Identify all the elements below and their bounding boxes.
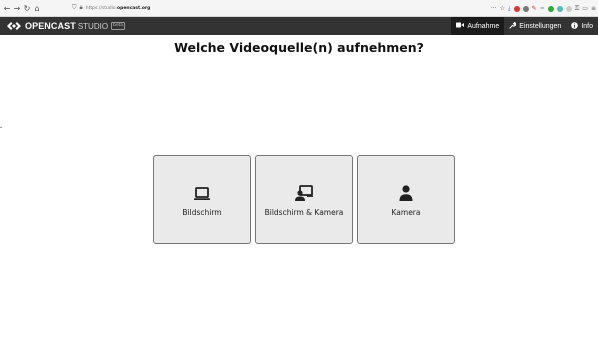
extension-wave-icon[interactable]: ≈ xyxy=(540,5,545,12)
app-header: OPENCAST STUDIO beta Aufnahme Einstellun… xyxy=(0,17,598,35)
url-host: opencast.org xyxy=(117,5,151,11)
sidebar-icon[interactable]: ▭ xyxy=(582,5,588,12)
beta-badge: beta xyxy=(111,22,126,30)
opencast-logo-icon[interactable] xyxy=(6,20,22,32)
browser-nav: ← → ↻ ⌂ xyxy=(2,2,42,14)
hamburger-menu-icon[interactable]: ≡ xyxy=(591,5,596,12)
download-icon[interactable]: ⤓ xyxy=(508,5,511,13)
bookmark-star-icon[interactable]: ☆ xyxy=(500,5,505,12)
info-icon xyxy=(571,21,579,31)
wrench-icon xyxy=(509,21,517,31)
user-icon xyxy=(399,183,413,201)
monitor-icon xyxy=(194,183,210,201)
browser-extensions: ··· ☆ ⤓ ✎ ≈ ⚿ ▭ ≡ xyxy=(491,0,596,17)
source-camera-button[interactable]: Kamera xyxy=(357,155,455,244)
extension-light-icon[interactable] xyxy=(565,5,572,12)
screen-and-user-icon xyxy=(294,183,314,201)
nav-info[interactable]: Info xyxy=(566,17,598,35)
video-camera-icon xyxy=(456,22,465,30)
source-screen-camera-button[interactable]: Bildschirm & Kamera xyxy=(255,155,353,244)
page-menu-icon[interactable]: ··· xyxy=(491,5,497,12)
shield-icon: ⛉ xyxy=(72,4,77,11)
reload-icon[interactable]: ↻ xyxy=(22,2,32,14)
header-nav: Aufnahme Einstellungen Info xyxy=(451,17,598,35)
back-icon[interactable]: ← xyxy=(2,2,12,14)
nav-aufnahme[interactable]: Aufnahme xyxy=(451,17,505,35)
lock-icon: 🔒︎ xyxy=(79,4,83,11)
scroll-marker xyxy=(0,127,2,128)
nav-info-label: Info xyxy=(581,22,593,30)
page-title: Welche Videoquelle(n) aufnehmen? xyxy=(174,40,424,55)
home-icon[interactable]: ⌂ xyxy=(32,2,42,14)
extension-key-icon[interactable]: ⚿ xyxy=(575,5,580,13)
source-screen-label: Bildschirm xyxy=(182,207,222,217)
logo-text: OPENCAST xyxy=(25,21,76,31)
source-screen-camera-label: Bildschirm & Kamera xyxy=(264,207,344,217)
url-prefix: https://studio. xyxy=(85,5,118,11)
source-camera-label: Kamera xyxy=(391,207,421,217)
forward-icon[interactable]: → xyxy=(12,2,22,14)
extension-red-icon[interactable] xyxy=(513,5,520,12)
source-screen-button[interactable]: Bildschirm xyxy=(153,155,251,244)
nav-aufnahme-label: Aufnahme xyxy=(467,22,500,30)
nav-einstellungen-label: Einstellungen xyxy=(519,22,562,30)
browser-toolbar: ← → ↻ ⌂ ⛉ 🔒︎ https://studio.opencast.org… xyxy=(0,0,598,17)
address-bar[interactable]: ⛉ 🔒︎ https://studio.opencast.org xyxy=(72,2,150,14)
url-text: https://studio.opencast.org xyxy=(86,6,151,11)
nav-einstellungen[interactable]: Einstellungen xyxy=(504,17,566,35)
logo-subtitle: STUDIO xyxy=(77,21,109,31)
extension-teal-icon[interactable] xyxy=(556,5,563,12)
extension-gray-icon[interactable] xyxy=(522,5,529,12)
extension-pen-icon[interactable]: ✎ xyxy=(532,5,537,12)
extension-green-icon[interactable] xyxy=(547,5,554,12)
